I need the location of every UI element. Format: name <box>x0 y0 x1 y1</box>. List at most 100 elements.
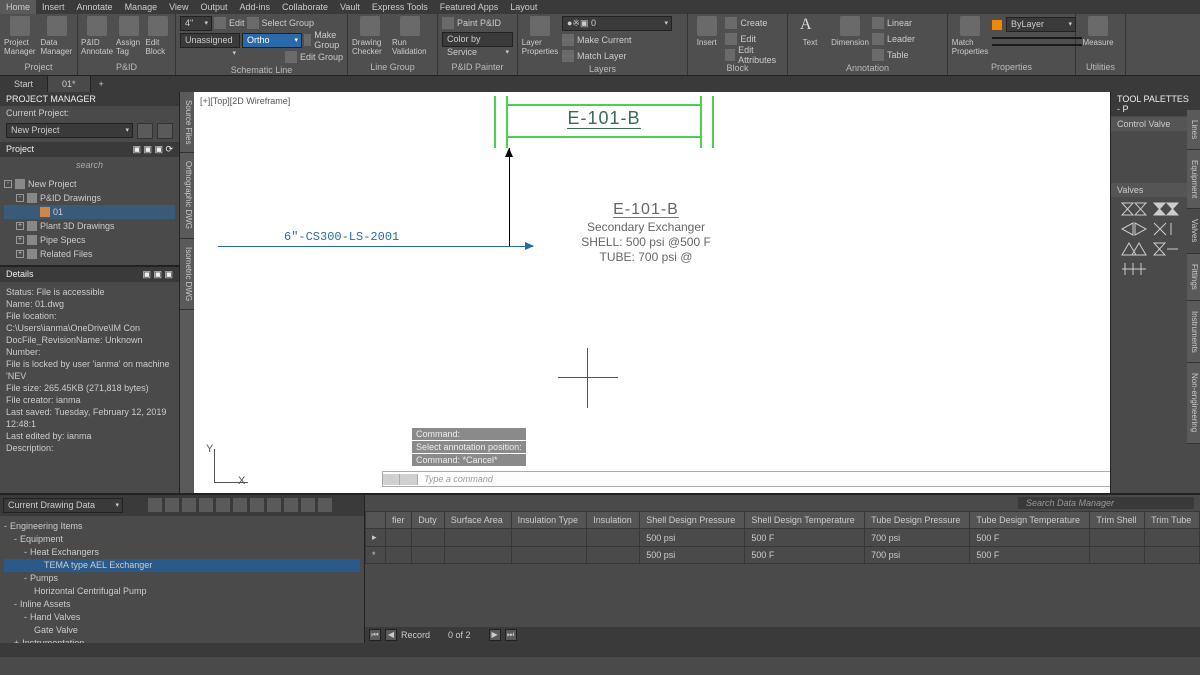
create-block-button[interactable]: Create <box>725 16 783 30</box>
menu-insert[interactable]: Insert <box>36 0 71 14</box>
tp-tab-valves[interactable]: Valves <box>1187 209 1200 253</box>
cmd-close-icon[interactable]: ✕ <box>383 474 400 485</box>
match-layer-button[interactable]: Match Layer <box>562 49 672 63</box>
run-validation-button[interactable]: Run Validation <box>392 16 428 56</box>
color-dropdown[interactable]: ByLayer <box>1006 17 1076 32</box>
dm-tool-11[interactable] <box>318 498 332 512</box>
measure-button[interactable]: Measure <box>1080 16 1116 47</box>
linear-button[interactable]: Linear <box>872 16 915 30</box>
valve-icon-5[interactable] <box>1121 242 1147 256</box>
dm-tool-5[interactable] <box>216 498 230 512</box>
dm-tool-8[interactable] <box>267 498 281 512</box>
dmn-hv[interactable]: -Hand Valves <box>4 611 360 624</box>
nav-prev[interactable]: ◀ <box>385 629 397 641</box>
text-button[interactable]: AText <box>792 16 828 47</box>
layer-dropdown[interactable]: ●※▣ 0 <box>562 16 672 31</box>
dmn-tema[interactable]: TEMA type AEL Exchanger <box>4 559 360 572</box>
tab-01[interactable]: 01* <box>48 76 91 92</box>
match-props-button[interactable]: Match Properties <box>952 16 988 56</box>
edit-group-button[interactable]: Edit Group <box>285 50 343 64</box>
annotation-block[interactable]: E-101-B Secondary Exchanger SHELL: 500 p… <box>566 202 726 265</box>
assign-tag-button[interactable]: Assign Tag <box>116 16 142 56</box>
data-manager-button[interactable]: Data Manager <box>41 16 74 56</box>
view-label[interactable]: [+][Top][2D Wireframe] <box>200 96 290 106</box>
cmd-icon[interactable]: ▸_ <box>400 474 419 485</box>
pm-search[interactable]: search <box>0 157 179 173</box>
dm-tool-2[interactable] <box>165 498 179 512</box>
menu-view[interactable]: View <box>163 0 194 14</box>
drawing-checker-button[interactable]: Drawing Checker <box>352 16 388 56</box>
dm-tool-1[interactable] <box>148 498 162 512</box>
project-manager-button[interactable]: Project Manager <box>4 16 37 56</box>
tp-tab-noneng[interactable]: Non-engineering <box>1187 363 1200 443</box>
menu-vault[interactable]: Vault <box>334 0 366 14</box>
tp-tab-equip[interactable]: Equipment <box>1187 150 1200 209</box>
dmn-he[interactable]: -Heat Exchangers <box>4 546 360 559</box>
make-group-button[interactable]: Make Group <box>304 33 344 47</box>
dmn-eq[interactable]: -Equipment <box>4 533 360 546</box>
valve-icon-2[interactable] <box>1153 202 1179 216</box>
valve-icon-1[interactable] <box>1121 202 1147 216</box>
valve-icon-6[interactable] <box>1153 242 1179 256</box>
insert-block-button[interactable]: Insert <box>692 16 721 47</box>
edit-line-button[interactable]: Edit <box>214 16 245 30</box>
select-group-button[interactable]: Select Group <box>247 16 315 30</box>
ortho-dropdown[interactable]: Ortho <box>242 33 302 48</box>
dm-tool-9[interactable] <box>284 498 298 512</box>
menu-featured[interactable]: Featured Apps <box>434 0 505 14</box>
dmn-gv[interactable]: Gate Valve <box>4 624 360 637</box>
layer-properties-button[interactable]: Layer Properties <box>522 16 558 56</box>
dm-tool-4[interactable] <box>199 498 213 512</box>
menu-annotate[interactable]: Annotate <box>71 0 119 14</box>
tp-tab-instr[interactable]: Instruments <box>1187 301 1200 364</box>
dmn-root[interactable]: -Engineering Items <box>4 520 360 533</box>
dmn-inst[interactable]: +Instrumentation <box>4 637 360 643</box>
bottom-scrollbar[interactable] <box>0 643 1200 657</box>
pm-btn1[interactable] <box>137 123 153 139</box>
pm-btn2[interactable] <box>157 123 173 139</box>
leader-button[interactable]: Leader <box>872 32 915 46</box>
valve-icon-4[interactable] <box>1153 222 1179 236</box>
heat-exchanger-symbol[interactable]: E-101-B <box>494 96 714 148</box>
tp-tab-lines[interactable]: Lines <box>1187 110 1200 150</box>
dmn-inline[interactable]: -Inline Assets <box>4 598 360 611</box>
tree-01[interactable]: 01 <box>4 205 175 219</box>
dm-table[interactable]: fierDutySurface Area Insulation TypeInsu… <box>365 511 1200 627</box>
dmn-pumps[interactable]: -Pumps <box>4 572 360 585</box>
menu-addins[interactable]: Add-ins <box>233 0 276 14</box>
nav-last[interactable]: ⏭ <box>505 629 517 641</box>
pipe-line[interactable] <box>218 246 533 247</box>
nav-next[interactable]: ▶ <box>489 629 501 641</box>
sidetab-iso[interactable]: Isometric DWG <box>180 239 194 310</box>
drawing-canvas[interactable]: [+][Top][2D Wireframe] – ▭ ✕ N W TOP E S… <box>194 92 1200 493</box>
tree-related[interactable]: +Related Files <box>4 247 175 261</box>
table-row[interactable]: *500 psi500 F700 psi500 F <box>366 547 1200 564</box>
dm-tool-3[interactable] <box>182 498 196 512</box>
menu-output[interactable]: Output <box>194 0 233 14</box>
table-row[interactable]: ▸500 psi500 F700 psi500 F <box>366 529 1200 547</box>
tree-plant3d[interactable]: +Plant 3D Drawings <box>4 219 175 233</box>
unassigned-dropdown[interactable]: Unassigned <box>180 33 240 48</box>
command-line[interactable]: ✕ ▸_ Type a command <box>382 471 1192 487</box>
menu-manage[interactable]: Manage <box>119 0 164 14</box>
pipe-label[interactable]: 6"-CS300-LS-2001 <box>284 230 399 244</box>
dm-scope-dropdown[interactable]: Current Drawing Data <box>3 498 123 513</box>
color-by-service-dropdown[interactable]: Color by Service <box>442 32 513 47</box>
table-button[interactable]: Table <box>872 48 915 62</box>
dimension-button[interactable]: Dimension <box>832 16 868 47</box>
menu-layout[interactable]: Layout <box>504 0 543 14</box>
edit-attr-button[interactable]: Edit Attributes <box>725 48 783 62</box>
tp-tab-fittings[interactable]: Fittings <box>1187 254 1200 301</box>
dm-search[interactable]: Search Data Manager <box>1018 497 1194 509</box>
dm-tool-6[interactable] <box>233 498 247 512</box>
sidetab-ortho[interactable]: Orthographic DWG <box>180 153 194 238</box>
dm-tool-7[interactable] <box>250 498 264 512</box>
sidetab-source[interactable]: Source Files <box>180 92 194 153</box>
details-tools[interactable]: ▣ ▣ ▣ <box>142 269 173 280</box>
dm-tool-10[interactable] <box>301 498 315 512</box>
pm-tools[interactable]: ▣ ▣ ▣ ⟳ <box>132 144 173 155</box>
tree-root[interactable]: -New Project <box>4 177 175 191</box>
valve-icon-7[interactable] <box>1121 262 1147 276</box>
tree-pipespecs[interactable]: +Pipe Specs <box>4 233 175 247</box>
dmn-hcp[interactable]: Horizontal Centrifugal Pump <box>4 585 360 598</box>
